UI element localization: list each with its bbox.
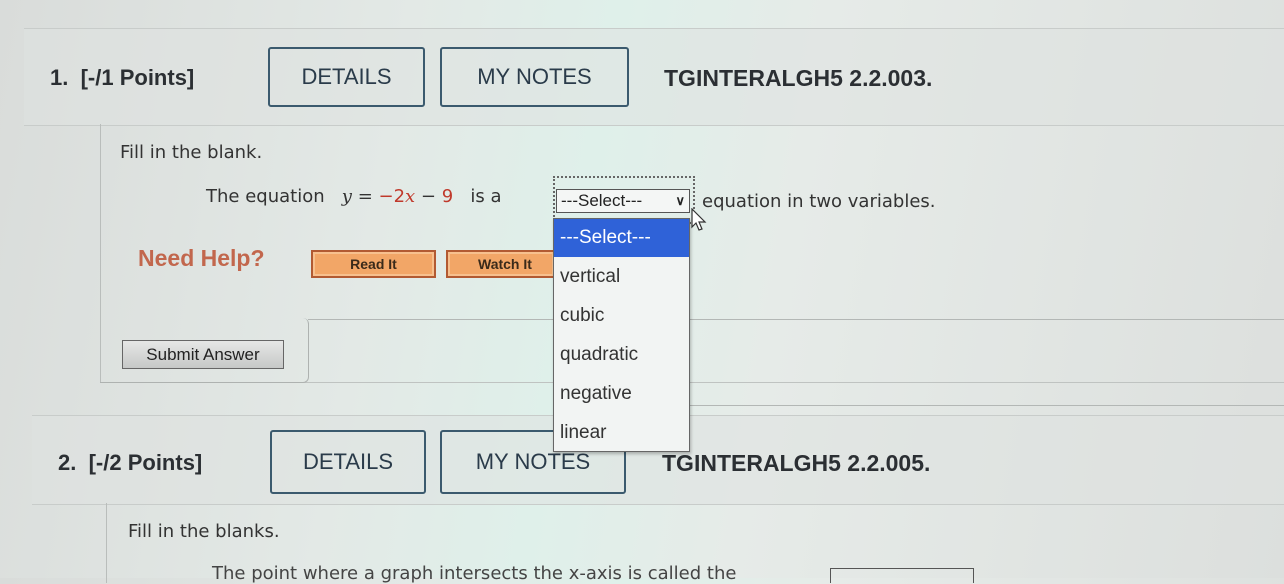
mouse-cursor-icon (691, 208, 707, 231)
instruction-text: Fill in the blank. (120, 142, 263, 163)
option-negative[interactable]: negative (554, 374, 689, 413)
sentence-suffix: equation in two variables. (702, 191, 936, 212)
answer-select[interactable]: ---Select--- ∨ (556, 189, 690, 213)
option-select[interactable]: ---Select--- (554, 219, 689, 257)
eq-x: x (405, 186, 416, 207)
select-dropdown-list: ---Select--- vertical cubic quadratic ne… (553, 218, 690, 452)
question-sentence: The equation y = −2x − 9 is a (206, 186, 502, 207)
question-2-points: 2. [-/2 Points] (58, 450, 202, 476)
sentence-mid: is a (470, 186, 502, 207)
my-notes-button[interactable]: MY NOTES (440, 47, 629, 107)
details-button[interactable]: DETAILS (270, 430, 426, 494)
eq-coef: −2 (378, 186, 406, 207)
option-quadratic[interactable]: quadratic (554, 335, 689, 374)
eq-y: y (341, 186, 352, 207)
question-number: 2. (58, 450, 77, 475)
eq-const: 9 (441, 186, 454, 207)
eq-equals: = (351, 186, 379, 207)
points-label: [-/1 Points] (80, 65, 195, 90)
instruction-text: Fill in the blanks. (128, 521, 280, 542)
watch-it-button[interactable]: Watch It (446, 250, 556, 278)
question-1-points: 1. [-/1 Points] (50, 65, 194, 91)
answer-select-2[interactable] (830, 568, 974, 583)
read-it-button[interactable]: Read It (311, 250, 436, 278)
option-vertical[interactable]: vertical (554, 257, 689, 296)
divider (308, 319, 1284, 320)
select-current-value: ---Select--- (561, 191, 643, 210)
question-number: 1. (50, 65, 69, 90)
submit-answer-button[interactable]: Submit Answer (122, 340, 284, 369)
need-help-label: Need Help? (138, 245, 265, 271)
option-cubic[interactable]: cubic (554, 296, 689, 335)
question-sentence-partial: The point where a graph intersects the x… (212, 563, 737, 584)
option-linear[interactable]: linear (554, 413, 689, 452)
divider (690, 405, 1284, 406)
problem-id: TGINTERALGH5 2.2.005. (662, 450, 931, 476)
eq-minus: − (415, 186, 442, 207)
sentence-prefix: The equation (206, 186, 325, 207)
problem-id: TGINTERALGH5 2.2.003. (664, 65, 933, 91)
chevron-down-icon: ∨ (675, 193, 685, 208)
details-button[interactable]: DETAILS (268, 47, 425, 107)
equation: y = −2x − 9 (342, 186, 453, 207)
points-label: [-/2 Points] (88, 450, 203, 475)
question-1-header: 1. [-/1 Points] DETAILS MY NOTES TGINTER… (24, 28, 1284, 126)
